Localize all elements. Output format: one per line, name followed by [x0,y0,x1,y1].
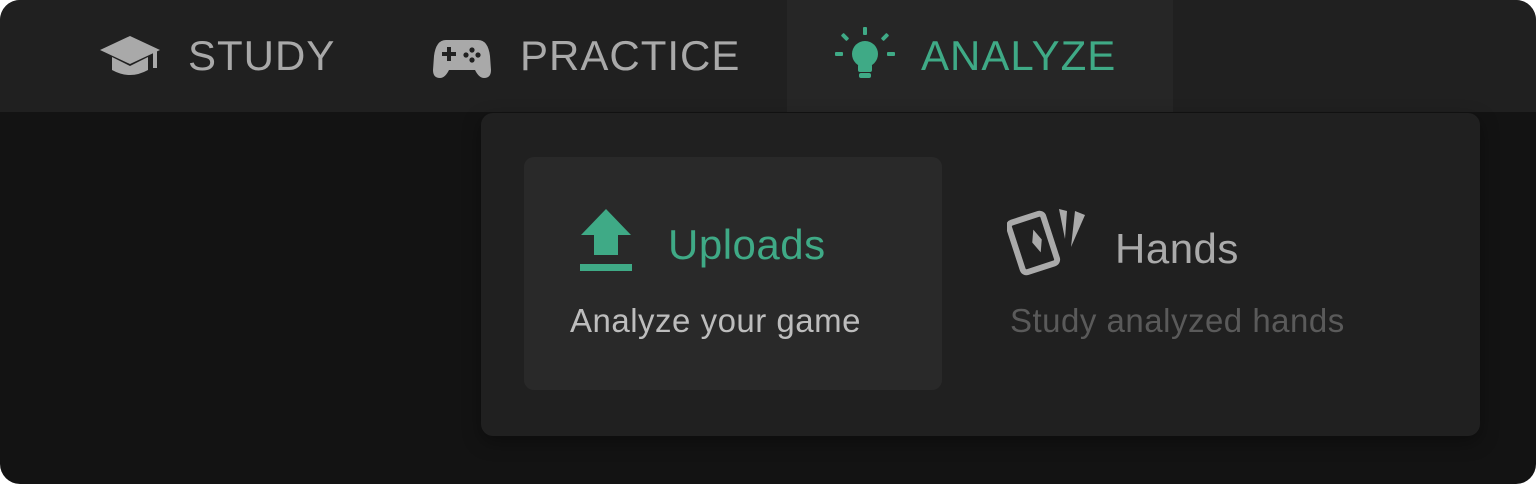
top-navbar: STUDY PRACTICE ANALYZE [0,0,1536,112]
tab-study[interactable]: STUDY [98,0,335,112]
menu-item-uploads[interactable]: Uploads Analyze your game [524,157,942,390]
app-frame: STUDY PRACTICE ANALYZE Uploads Analyze y… [0,0,1536,484]
tab-analyze[interactable]: ANALYZE [787,0,1173,112]
tab-analyze-label: ANALYZE [921,32,1117,79]
menu-item-hands-title: Hands [1115,224,1239,272]
tab-practice-label: PRACTICE [520,32,741,79]
analyze-dropdown-menu: Uploads Analyze your game Hands Study an… [481,113,1480,436]
menu-item-uploads-subtitle: Analyze your game [570,302,861,339]
menu-item-hands-header: Hands [1005,203,1239,282]
graduation-cap-icon [98,24,162,88]
menu-item-uploads-header: Uploads [578,209,826,280]
gamepad-icon [432,26,492,86]
upload-icon [578,209,634,280]
lightbulb-icon [833,24,897,88]
tab-study-label: STUDY [188,32,336,79]
menu-item-hands[interactable]: Hands Study analyzed hands [965,157,1383,390]
menu-item-hands-subtitle: Study analyzed hands [1010,302,1345,339]
menu-item-uploads-title: Uploads [668,220,826,268]
tab-practice[interactable]: PRACTICE [432,0,740,112]
cards-icon [1005,203,1091,282]
